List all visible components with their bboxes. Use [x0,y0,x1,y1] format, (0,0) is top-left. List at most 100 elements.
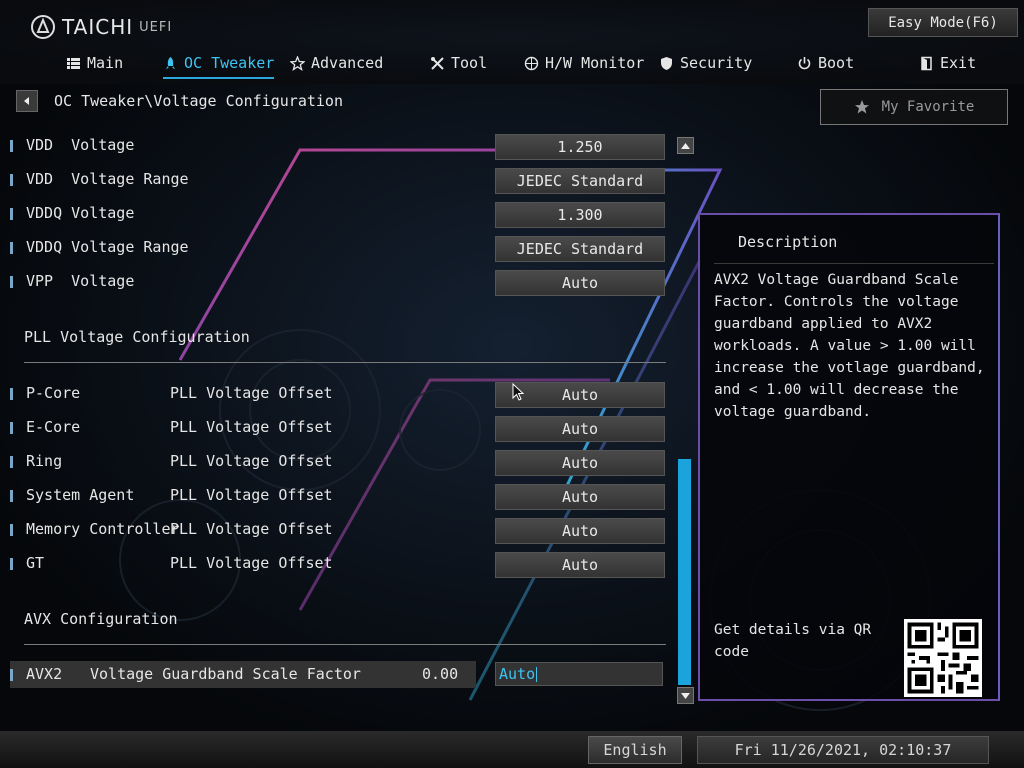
brand-name: TAICHI [62,15,134,39]
mouse-cursor-icon [512,383,524,401]
row-bullet [10,669,13,681]
qr-caption: Get details via QR code [714,622,872,660]
setting-name: Memory Controller [26,520,180,538]
setting-pll-system-agent[interactable]: System Agent PLL Voltage Offset Auto [10,484,670,510]
footer-bar: English Fri 11/26/2021, 02:10:37 [0,731,1024,768]
tools-icon [431,56,444,70]
setting-value[interactable]: JEDEC Standard [495,236,665,262]
setting-value[interactable]: 1.250 [495,134,665,160]
row-bullet [10,422,13,434]
tab-tool-label: Tool [451,54,488,72]
text-caret [536,666,538,682]
brand-logo: TAICHI UEFI [30,12,172,42]
setting-label: VDD Voltage Range [26,170,189,188]
tab-advanced[interactable]: Advanced [290,50,383,76]
setting-vddq-voltage[interactable]: VDDQ Voltage 1.300 [10,202,670,228]
setting-label: Voltage Guardband Scale Factor [90,665,361,683]
setting-label: PLL Voltage Offset [170,418,333,436]
setting-value[interactable]: Auto [495,416,665,442]
setting-avx2-guardband-selected[interactable]: AVX2 Voltage Guardband Scale Factor 0.00 [10,661,476,688]
tab-exit[interactable]: Exit [919,50,976,76]
setting-pll-p-core[interactable]: P-Core PLL Voltage Offset Auto [10,382,670,408]
list-icon [67,57,80,69]
tab-hw-monitor[interactable]: H/W Monitor [524,50,644,76]
brand-suffix: UEFI [139,19,173,35]
setting-vdd-voltage-range[interactable]: VDD Voltage Range JEDEC Standard [10,168,670,194]
setting-label: PLL Voltage Offset [170,554,333,572]
exit-icon [921,56,932,70]
star-icon [854,100,869,114]
row-bullet [10,140,13,152]
top-nav: Main OC Tweaker Advanced Tool H/W Monito… [0,50,1024,79]
tab-boot-label: Boot [818,54,855,72]
tab-advanced-label: Advanced [311,54,384,72]
setting-name: E-Core [26,418,81,436]
my-favorite-label: My Favorite [881,99,975,115]
description-divider [714,263,994,264]
tab-boot[interactable]: Boot [797,50,854,76]
setting-name: AVX2 [26,665,63,683]
taichi-logo-icon [31,15,55,39]
chevron-up-icon [681,142,690,149]
setting-value[interactable]: Auto [495,270,665,296]
setting-label: VDDQ Voltage [26,204,135,222]
current-value: 0.00 [422,665,459,683]
setting-vdd-voltage[interactable]: VDD Voltage 1.250 [10,134,670,160]
setting-name: P-Core [26,384,81,402]
tab-exit-label: Exit [940,54,977,72]
tab-oc-tweaker[interactable]: OC Tweaker [163,50,275,79]
breadcrumb-path: OC Tweaker\Voltage Configuration [54,92,343,110]
back-button[interactable] [16,90,38,112]
section-divider [24,362,666,363]
row-bullet [10,388,13,400]
avx2-guardband-input[interactable]: Auto [495,662,663,686]
date-time-display: Fri 11/26/2021, 02:10:37 [697,736,989,764]
setting-label: PLL Voltage Offset [170,384,333,402]
setting-value[interactable]: Auto [495,552,665,578]
my-favorite-button[interactable]: My Favorite [820,89,1008,125]
scroll-up-button[interactable] [677,137,694,154]
setting-label: PLL Voltage Offset [170,452,333,470]
input-text: Auto [499,665,536,683]
breadcrumb: OC Tweaker\Voltage Configuration [16,90,343,112]
tab-oc-tweaker-label: OC Tweaker [184,54,275,72]
tab-security-label: Security [680,54,753,72]
tab-security[interactable]: Security [659,50,752,76]
monitor-icon [524,56,539,70]
scroll-down-button[interactable] [677,687,694,704]
setting-label: PLL Voltage Offset [170,486,333,504]
row-bullet [10,524,13,536]
easy-mode-button[interactable]: Easy Mode(F6) [868,8,1018,37]
description-text: AVX2 Voltage Guardband Scale Factor. Con… [714,272,985,420]
setting-label: VPP Voltage [26,272,135,290]
tab-tool[interactable]: Tool [430,50,487,76]
setting-label: PLL Voltage Offset [170,520,333,538]
row-bullet [10,490,13,502]
setting-name: GT [26,554,45,572]
setting-vpp-voltage[interactable]: VPP Voltage Auto [10,270,670,296]
tab-main[interactable]: Main [66,50,123,76]
setting-value[interactable]: 1.300 [495,202,665,228]
back-arrow-icon [24,97,29,105]
shield-icon [661,56,672,70]
tab-main-label: Main [87,54,124,72]
row-bullet [10,208,13,220]
scrollbar-thumb[interactable] [678,459,691,685]
setting-pll-gt[interactable]: GT PLL Voltage Offset Auto [10,552,670,578]
row-bullet [10,242,13,254]
setting-label: VDDQ Voltage Range [26,238,189,256]
setting-pll-ring[interactable]: Ring PLL Voltage Offset Auto [10,450,670,476]
setting-vddq-voltage-range[interactable]: VDDQ Voltage Range JEDEC Standard [10,236,670,262]
setting-pll-memory-controller[interactable]: Memory Controller PLL Voltage Offset Aut… [10,518,670,544]
setting-value[interactable]: Auto [495,484,665,510]
row-bullet [10,558,13,570]
star-icon [290,55,305,71]
row-bullet [10,174,13,186]
setting-value[interactable]: Auto [495,450,665,476]
setting-value[interactable]: Auto [495,518,665,544]
setting-value[interactable]: JEDEC Standard [495,168,665,194]
description-panel: Description AVX2 Voltage Guardband Scale… [698,213,1000,701]
language-button[interactable]: English [588,736,682,764]
setting-pll-e-core[interactable]: E-Core PLL Voltage Offset Auto [10,416,670,442]
setting-name: System Agent [26,486,135,504]
